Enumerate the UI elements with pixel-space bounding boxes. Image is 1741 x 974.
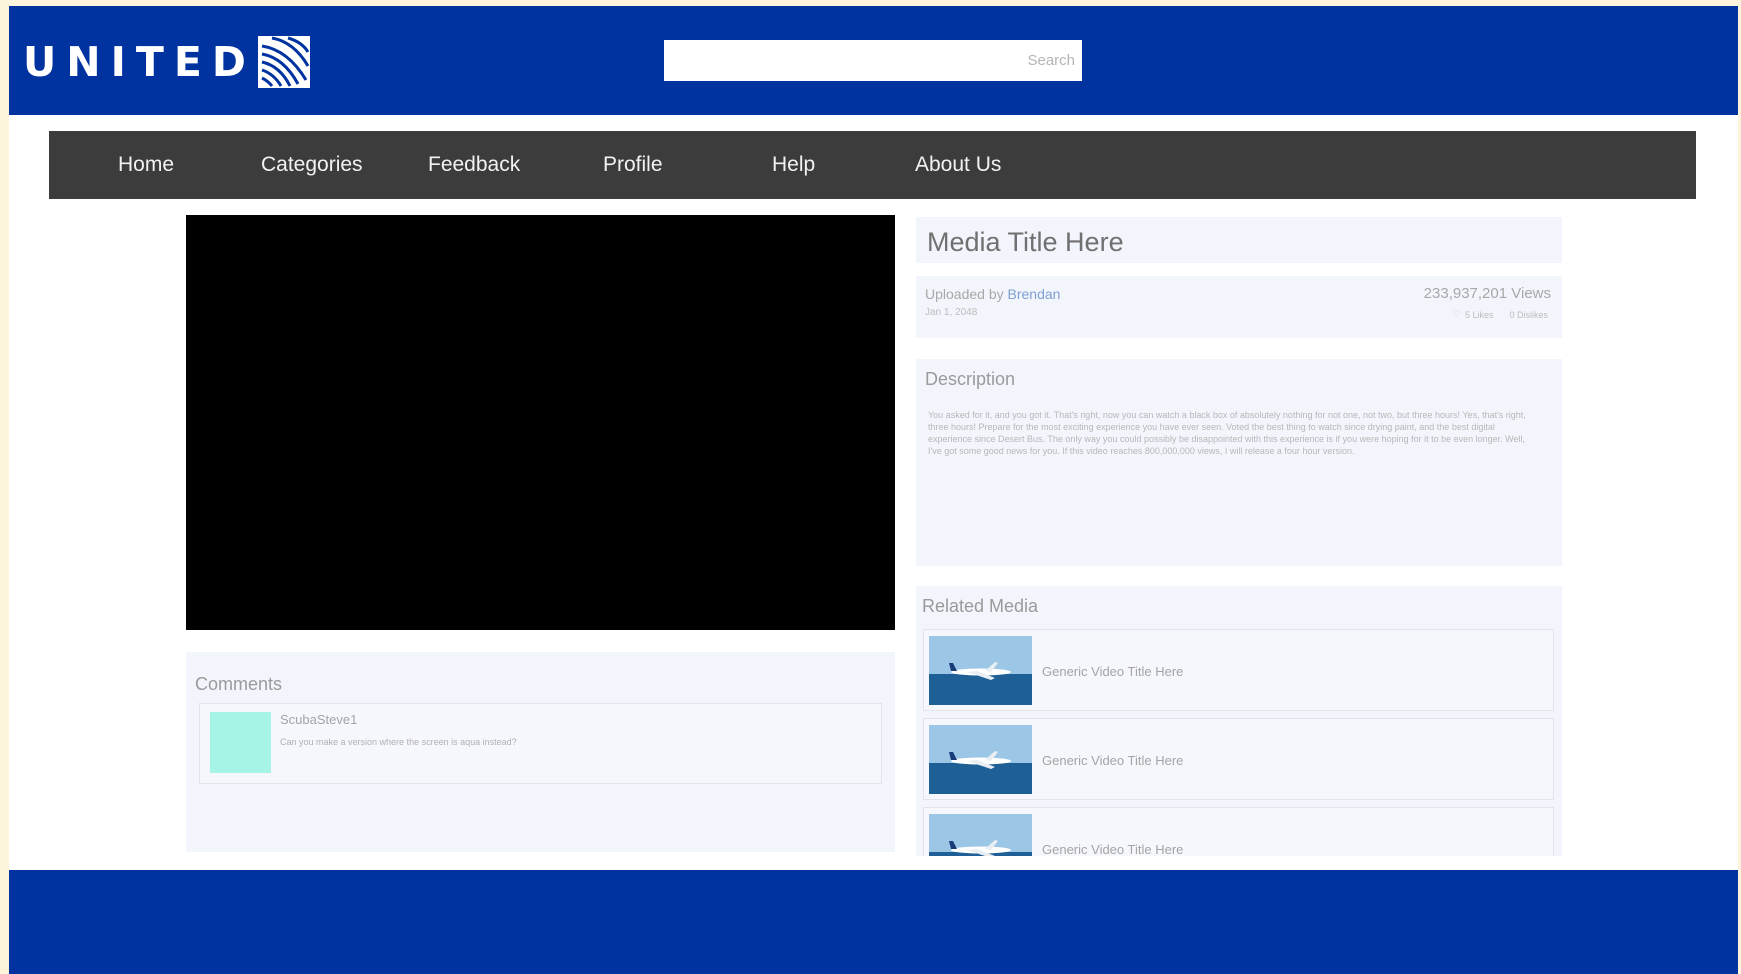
nav-about-us[interactable]: About Us — [915, 153, 1001, 177]
like-stat[interactable]: ♡ 5 Likes — [1453, 309, 1494, 320]
description-heading: Description — [925, 369, 1016, 389]
related-item[interactable]: Generic Video Title Here — [923, 807, 1554, 856]
main-nav: Home Categories Feedback Profile Help Ab… — [49, 131, 1696, 199]
nav-feedback[interactable]: Feedback — [428, 153, 520, 177]
search-label: Search — [1027, 52, 1075, 69]
comment-item: ScubaSteve1 Can you make a version where… — [199, 703, 882, 784]
related-media-panel: Related Media Generic Video Title Here G… — [916, 586, 1562, 856]
thumbs-up-icon: ♡ — [1452, 309, 1461, 319]
video-player[interactable] — [186, 215, 895, 630]
search-input[interactable]: Search — [664, 40, 1082, 81]
comment-username[interactable]: ScubaSteve1 — [280, 712, 357, 727]
nav-help[interactable]: Help — [772, 153, 815, 177]
united-logo[interactable]: UNITED — [23, 36, 310, 88]
comments-heading: Comments — [195, 674, 283, 694]
uploaded-prefix: Uploaded by — [925, 286, 1008, 302]
site-footer — [9, 870, 1738, 974]
nav-categories[interactable]: Categories — [261, 153, 363, 177]
related-item[interactable]: Generic Video Title Here — [923, 629, 1554, 711]
description-text: You asked for it, and you got it. That's… — [928, 410, 1526, 456]
uploaded-by: Uploaded by Brendan — [925, 286, 1060, 302]
view-count: 233,937,201 Views — [1423, 285, 1551, 302]
description-panel: Description You asked for it, and you go… — [916, 359, 1562, 566]
media-title: Media Title Here — [927, 227, 1124, 257]
related-item[interactable]: Generic Video Title Here — [923, 718, 1554, 800]
video-thumbnail — [929, 636, 1032, 705]
page-frame: UNITED Search Home Categories Feedback P… — [9, 6, 1738, 974]
likes-count: 5 Likes — [1464, 309, 1494, 320]
dislikes-count: 0 Dislikes — [1509, 309, 1548, 320]
related-item-title: Generic Video Title Here — [1042, 664, 1184, 679]
nav-profile[interactable]: Profile — [603, 153, 663, 177]
video-thumbnail — [929, 725, 1032, 794]
related-heading: Related Media — [922, 596, 1039, 616]
rating-stats: ♡ 5 Likes 0 Dislikes — [1453, 309, 1548, 320]
upload-date: Jan 1, 2048 — [925, 307, 978, 318]
video-thumbnail — [929, 814, 1032, 856]
related-item-title: Generic Video Title Here — [1042, 842, 1184, 856]
dislike-stat[interactable]: 0 Dislikes — [1509, 309, 1548, 320]
comment-text: Can you make a version where the screen … — [280, 737, 517, 747]
media-meta-panel: Uploaded by Brendan Jan 1, 2048 233,937,… — [916, 276, 1562, 338]
comments-section: Comments ScubaSteve1 Can you make a vers… — [186, 652, 895, 852]
related-item-title: Generic Video Title Here — [1042, 753, 1184, 768]
logo-text: UNITED — [23, 37, 256, 86]
uploader-link[interactable]: Brendan — [1008, 286, 1061, 302]
media-title-panel: Media Title Here — [916, 217, 1562, 263]
nav-home[interactable]: Home — [118, 153, 174, 177]
avatar[interactable] — [210, 712, 271, 773]
site-header: UNITED Search — [9, 6, 1738, 115]
united-globe-icon — [257, 36, 310, 88]
